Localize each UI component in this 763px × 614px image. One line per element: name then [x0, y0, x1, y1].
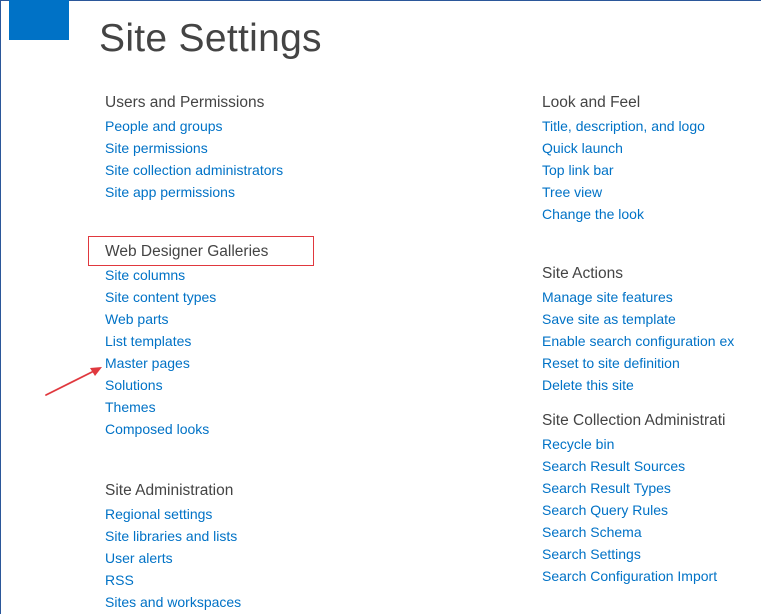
link-search-query-rules[interactable]: Search Query Rules — [542, 499, 726, 521]
link-search-settings[interactable]: Search Settings — [542, 543, 726, 565]
link-list-templates[interactable]: List templates — [105, 330, 268, 352]
link-master-pages[interactable]: Master pages — [105, 352, 268, 374]
link-save-site-as-template[interactable]: Save site as template — [542, 308, 734, 330]
link-search-result-sources[interactable]: Search Result Sources — [542, 455, 726, 477]
link-search-schema[interactable]: Search Schema — [542, 521, 726, 543]
red-arrow-annotation — [45, 367, 102, 396]
link-site-permissions[interactable]: Site permissions — [105, 137, 283, 159]
link-top-link-bar[interactable]: Top link bar — [542, 159, 705, 181]
link-composed-looks[interactable]: Composed looks — [105, 418, 268, 440]
link-title-description-and-logo[interactable]: Title, description, and logo — [542, 115, 705, 137]
link-manage-site-features[interactable]: Manage site features — [542, 286, 734, 308]
link-enable-search-configuration-export[interactable]: Enable search configuration ex — [542, 330, 734, 352]
section-heading-users-and-permissions: Users and Permissions — [105, 94, 265, 111]
link-site-collection-administrators[interactable]: Site collection administrators — [105, 159, 283, 181]
link-search-result-types[interactable]: Search Result Types — [542, 477, 726, 499]
link-user-alerts[interactable]: User alerts — [105, 547, 241, 569]
highlight-box-annotation — [88, 236, 314, 266]
link-rss[interactable]: RSS — [105, 569, 241, 591]
section-heading-site-actions: Site Actions — [542, 265, 623, 282]
link-change-the-look[interactable]: Change the look — [542, 203, 705, 225]
link-tree-view[interactable]: Tree view — [542, 181, 705, 203]
section-site-actions: Site Actions Manage site features Save s… — [542, 262, 734, 396]
link-people-and-groups[interactable]: People and groups — [105, 115, 283, 137]
link-quick-launch[interactable]: Quick launch — [542, 137, 705, 159]
link-site-content-types[interactable]: Site content types — [105, 286, 268, 308]
brand-tile — [9, 0, 69, 40]
section-heading-site-administration: Site Administration — [105, 482, 234, 499]
link-sites-and-workspaces[interactable]: Sites and workspaces — [105, 591, 241, 613]
section-heading-site-collection-administration: Site Collection Administrati — [542, 412, 726, 429]
section-look-and-feel: Look and Feel Title, description, and lo… — [542, 91, 705, 225]
link-search-configuration-import[interactable]: Search Configuration Import — [542, 565, 726, 587]
link-site-app-permissions[interactable]: Site app permissions — [105, 181, 283, 203]
link-themes[interactable]: Themes — [105, 396, 268, 418]
link-reset-to-site-definition[interactable]: Reset to site definition — [542, 352, 734, 374]
link-recycle-bin[interactable]: Recycle bin — [542, 433, 726, 455]
link-regional-settings[interactable]: Regional settings — [105, 503, 241, 525]
link-site-libraries-and-lists[interactable]: Site libraries and lists — [105, 525, 241, 547]
link-site-columns[interactable]: Site columns — [105, 264, 268, 286]
section-site-administration: Site Administration Regional settings Si… — [105, 479, 241, 613]
page-title: Site Settings — [99, 17, 322, 61]
section-users-and-permissions: Users and Permissions People and groups … — [105, 91, 283, 203]
link-web-parts[interactable]: Web parts — [105, 308, 268, 330]
section-heading-look-and-feel: Look and Feel — [542, 94, 641, 111]
section-web-designer-galleries: Web Designer Galleries Site columns Site… — [105, 240, 268, 440]
link-delete-this-site[interactable]: Delete this site — [542, 374, 734, 396]
section-site-collection-administration: Site Collection Administrati Recycle bin… — [542, 409, 726, 587]
link-solutions[interactable]: Solutions — [105, 374, 268, 396]
